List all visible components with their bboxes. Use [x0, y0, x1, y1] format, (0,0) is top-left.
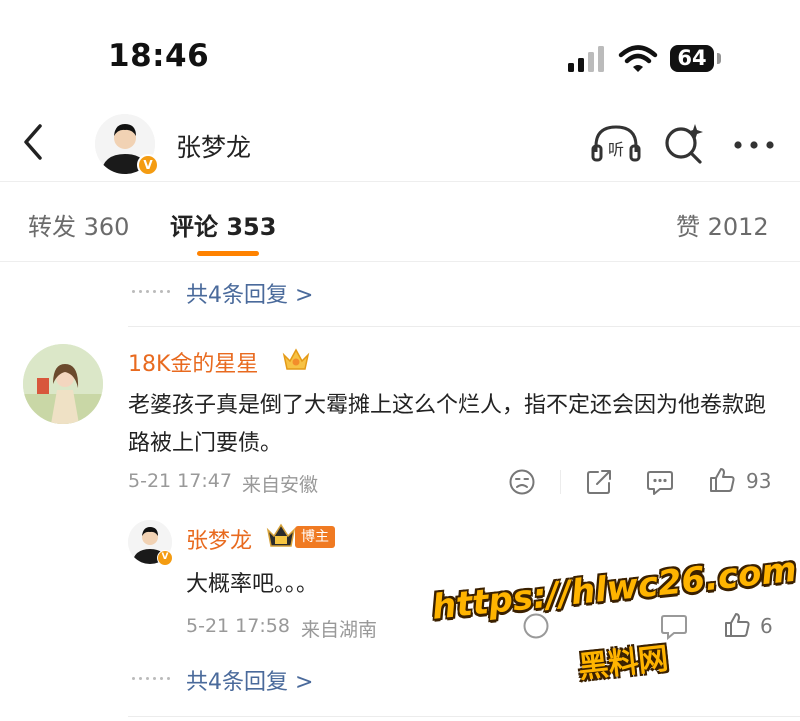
blogger-badge: 博主 — [295, 526, 335, 548]
tab-comments[interactable]: 评论 353 — [170, 207, 276, 242]
back-arrow-icon[interactable] — [18, 122, 50, 162]
status-time: 18:46 — [108, 38, 210, 74]
battery-tip — [717, 53, 721, 64]
watermark-site: 黑料网 — [576, 641, 670, 686]
like-icon[interactable] — [708, 466, 736, 494]
divider-bottom — [128, 716, 800, 717]
comment-icon[interactable] — [646, 468, 674, 496]
verified-badge: V — [137, 154, 159, 176]
cellular-signal-icon — [568, 46, 604, 72]
listen-icon[interactable]: 听 — [590, 124, 642, 164]
more-icon[interactable] — [733, 140, 775, 150]
view-replies-link[interactable]: 共4条回复 > — [186, 277, 313, 309]
tab-reposts[interactable]: 转发 360 — [28, 207, 129, 242]
status-bar: 18:46 64 — [0, 0, 800, 110]
search-ai-icon[interactable] — [662, 122, 706, 166]
commenter-avatar[interactable] — [23, 344, 103, 424]
active-tab-indicator — [197, 251, 259, 256]
comment-text: 老婆孩子真是倒了大霉摊上这么个烂人，指不定还会因为他卷款跑路被上门要债。 — [128, 393, 767, 456]
comment-date: 5-21 17:47 — [128, 470, 232, 492]
vip-crown-icon — [266, 523, 296, 547]
battery-level: 64 — [670, 45, 714, 72]
view-replies-link-bottom[interactable]: 共4条回复 > — [186, 664, 313, 696]
gold-crown-icon — [282, 348, 310, 370]
watermark-url: https://hlwc26.com — [430, 549, 799, 628]
tab-bar: 转发 360 评论 353 赞 2012 — [0, 183, 800, 262]
replies-dots-bottom — [132, 677, 172, 681]
share-icon[interactable] — [585, 468, 613, 496]
watermark: https://hlwc26.com 黑料网 — [430, 550, 799, 688]
divider — [128, 326, 800, 327]
nav-user-name[interactable]: 张梦龙 — [176, 128, 251, 164]
replies-dots — [132, 290, 172, 294]
wifi-icon — [618, 45, 658, 72]
nav-bar: V 张梦龙 听 — [0, 110, 800, 182]
tab-likes[interactable]: 赞 2012 — [676, 207, 769, 242]
like-count: 93 — [746, 469, 772, 493]
action-separator — [560, 470, 561, 494]
dislike-emoji-icon[interactable] — [508, 468, 536, 496]
reply-verified-badge: V — [157, 550, 173, 566]
reply-text: 大概率吧。。。 — [186, 572, 319, 597]
svg-text:听: 听 — [608, 140, 624, 159]
reply-location: 来自湖南 — [301, 619, 378, 641]
commenter-name[interactable]: 18K金的星星 — [128, 346, 258, 378]
comment-location: 来自安徽 — [242, 474, 319, 496]
reply-date: 5-21 17:58 — [186, 615, 290, 637]
reply-user-name[interactable]: 张梦龙 — [186, 523, 252, 555]
